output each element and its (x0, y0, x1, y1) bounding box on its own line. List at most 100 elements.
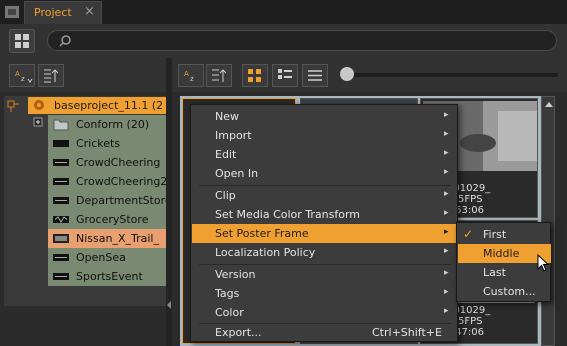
submenu-item-first[interactable]: ✓ First (458, 225, 551, 244)
sort-order-icon (212, 69, 227, 82)
thumbnail-view-button[interactable] (242, 64, 268, 87)
tree-item-opensea[interactable]: OpenSea (48, 248, 166, 267)
audio-clip-icon (53, 216, 69, 223)
sort-alpha-button[interactable]: A z (178, 64, 204, 87)
search-icon (59, 35, 71, 47)
menu-item-color[interactable]: Color ▸ (192, 303, 458, 322)
mouse-cursor-icon (537, 254, 550, 272)
layout-button[interactable] (9, 29, 35, 53)
top-tab-bar: Project × (0, 0, 567, 24)
audio-clip-icon (53, 159, 69, 166)
project-tree: baseproject_11.1 (2 Conform (20) Cricket… (4, 96, 172, 306)
tree-item-nissan[interactable]: Nissan_X_Trail_ (48, 229, 166, 248)
tree-item-label: Crickets (76, 137, 121, 150)
svg-text:A: A (15, 70, 20, 78)
submenu-item-custom[interactable]: Custom... (458, 282, 551, 301)
submenu-arrow-icon: ▸ (444, 306, 449, 316)
menu-item-label: Export... (215, 326, 262, 339)
tree-item-conform[interactable]: Conform (20) (48, 115, 166, 134)
tree-item-crowdcheering[interactable]: CrowdCheering (48, 153, 166, 172)
menu-item-clip[interactable]: Clip ▸ (192, 186, 458, 205)
tree-root-label: baseproject_11.1 (2 (54, 99, 164, 112)
sort-order-button[interactable] (38, 64, 64, 87)
tree-toolbar: A z (0, 58, 166, 92)
tree-root-item[interactable]: baseproject_11.1 (2 (28, 97, 166, 114)
menu-item-localization-policy[interactable]: Localization Policy ▸ (192, 243, 458, 262)
tree-item-label: Nissan_X_Trail_ (76, 232, 159, 245)
bin-scrollbar[interactable] (541, 96, 555, 346)
sort-alpha-icon: A z (184, 70, 194, 83)
menu-item-new[interactable]: New ▸ (192, 107, 458, 126)
submenu-arrow-icon: ▸ (444, 189, 449, 199)
submenu-arrow-icon: ▸ (444, 246, 449, 256)
expand-conform-icon[interactable] (33, 117, 43, 127)
sort-alpha-icon: A z (15, 70, 33, 83)
menu-item-set-poster-frame[interactable]: Set Poster Frame ▸ (192, 224, 458, 243)
menu-item-label: New (215, 110, 239, 123)
expand-root-icon[interactable] (6, 98, 22, 114)
context-menu: New ▸ Import ▸ Edit ▸ Open In ▸ Clip ▸ S… (190, 104, 458, 342)
bin-toolbar: A z (172, 58, 567, 92)
folder-icon (53, 119, 69, 131)
menu-item-open-in[interactable]: Open In ▸ (192, 164, 458, 183)
close-icon[interactable]: × (84, 4, 95, 19)
sort-order-button[interactable] (206, 64, 232, 87)
sort-order-icon (44, 69, 59, 83)
tab-project[interactable]: Project × (24, 1, 102, 24)
menu-item-set-media-color-transform[interactable]: Set Media Color Transform ▸ (192, 205, 458, 224)
menu-item-label: Localization Policy (215, 246, 316, 259)
clip-icon (53, 140, 69, 147)
audio-clip-icon (53, 178, 69, 185)
menu-item-label: Set Poster Frame (215, 227, 309, 240)
menu-item-label: Color (215, 306, 244, 319)
menu-item-version[interactable]: Version ▸ (192, 265, 458, 284)
tree-item-label: CrowdCheering2 (76, 175, 168, 188)
menu-item-import[interactable]: Import ▸ (192, 126, 458, 145)
sort-alpha-button[interactable]: A z (9, 64, 35, 87)
clip-icon (53, 234, 69, 243)
tree-item-crickets[interactable]: Crickets (48, 134, 166, 153)
search-row (0, 24, 567, 58)
submenu-arrow-icon: ▸ (444, 167, 449, 177)
tree-item-departmentstore[interactable]: DepartmentStore (48, 191, 172, 210)
tree-item-label: Conform (20) (76, 118, 150, 131)
tree-item-sportsevent[interactable]: SportsEvent (48, 267, 166, 286)
menu-item-label: Clip (215, 189, 236, 202)
thumbnail-grid-icon (248, 69, 261, 82)
project-tree-panel: A z baseproject_11.1 (2 Conform (20) Cri… (0, 58, 172, 346)
submenu-arrow-icon: ▸ (444, 227, 449, 237)
tree-item-label: OpenSea (76, 251, 126, 264)
list-view-button[interactable] (302, 64, 328, 87)
svg-text:A: A (184, 70, 189, 78)
slider-handle[interactable] (340, 67, 354, 81)
audio-clip-icon (53, 254, 69, 261)
tree-item-label: CrowdCheering (76, 156, 161, 169)
submenu-item-label: Last (483, 266, 506, 279)
menu-item-tags[interactable]: Tags ▸ (192, 284, 458, 303)
tree-item-crowdcheering2[interactable]: CrowdCheering2 (48, 172, 168, 191)
tree-item-grocerystore[interactable]: GroceryStore (48, 210, 166, 229)
search-input[interactable] (47, 30, 557, 51)
menu-item-export[interactable]: Export... Ctrl+Shift+E (192, 323, 458, 342)
menu-item-shortcut: Ctrl+Shift+E (372, 326, 442, 339)
submenu-arrow-icon: ▸ (444, 148, 449, 158)
menu-item-label: Import (215, 129, 252, 142)
detail-list-icon (278, 69, 292, 79)
check-icon: ✓ (463, 227, 474, 241)
thumbnail-size-slider[interactable] (348, 73, 558, 77)
submenu-arrow-icon: ▸ (444, 287, 449, 297)
menu-item-label: Version (215, 268, 256, 281)
menu-item-label: Tags (215, 287, 240, 300)
submenu-item-label: Custom... (483, 285, 536, 298)
list-icon (308, 70, 322, 81)
menu-item-label: Set Media Color Transform (215, 208, 361, 221)
submenu-item-label: First (483, 228, 507, 241)
scroll-up-icon[interactable] (543, 99, 555, 109)
submenu-arrow-icon: ▸ (444, 129, 449, 139)
svg-text:z: z (21, 75, 25, 83)
list-detail-view-button[interactable] (272, 64, 298, 87)
menu-item-edit[interactable]: Edit ▸ (192, 145, 458, 164)
tree-item-label: GroceryStore (76, 213, 149, 226)
tree-item-label: SportsEvent (76, 270, 143, 283)
project-icon (34, 100, 44, 110)
